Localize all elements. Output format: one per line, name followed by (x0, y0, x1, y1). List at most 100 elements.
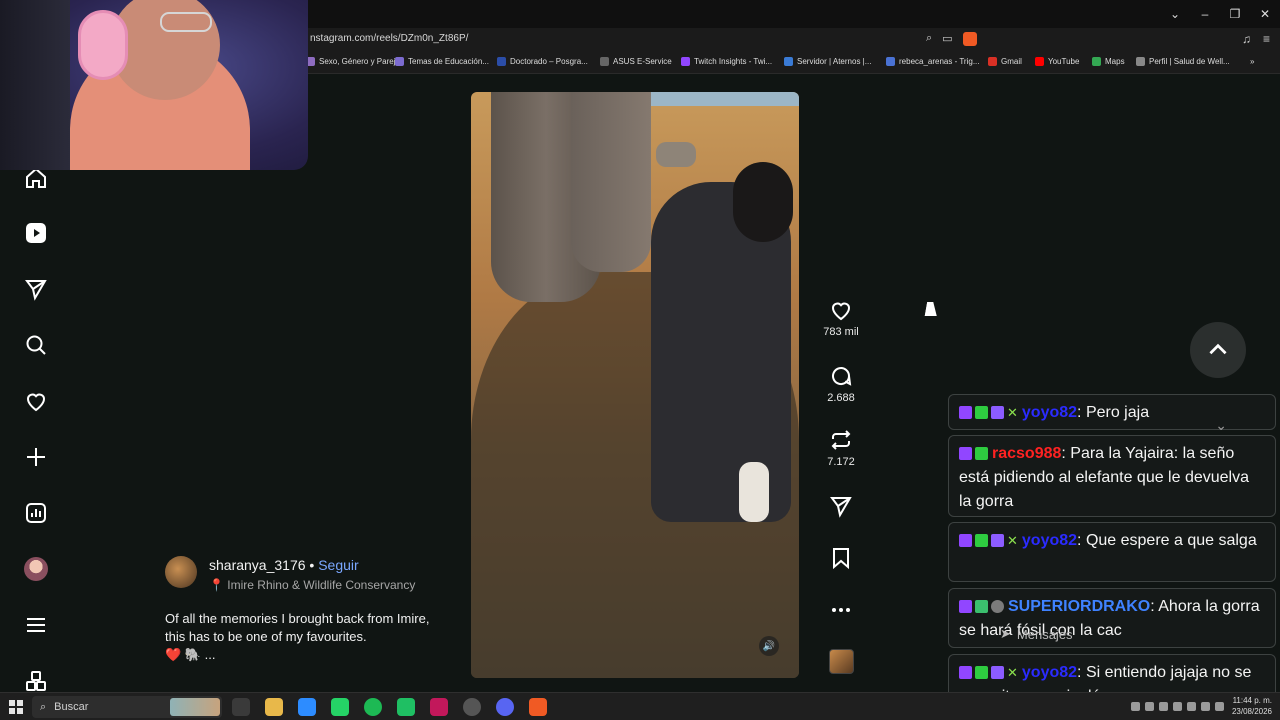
chat-text: : Pero jaja (1077, 404, 1150, 421)
bookmark-label: Servidor | Aternos |... (797, 57, 872, 66)
author-avatar[interactable] (165, 556, 197, 588)
nav-notifications[interactable] (22, 387, 50, 415)
url-field[interactable]: nstagram.com/reels/DZm0n_Zt86P/ (310, 33, 468, 44)
app-icon[interactable] (397, 698, 415, 716)
close-button[interactable]: ✕ (1250, 7, 1280, 21)
nav-more[interactable] (22, 611, 50, 639)
clock[interactable]: 11:44 p. m. 23/08/2026 (1232, 695, 1272, 717)
bookmark-item[interactable]: rebeca_arenas - Trig... (886, 57, 979, 66)
send-icon (25, 280, 47, 301)
taskbar-search-label: Buscar (54, 701, 89, 713)
like-button[interactable]: 783 mil (820, 298, 862, 338)
bookmark-item[interactable]: YouTube (1035, 57, 1079, 66)
author-username[interactable]: sharanya_3176 (209, 557, 306, 573)
bookmark-item[interactable]: Perfil | Salud de Well... (1136, 57, 1230, 66)
mouse-cursor-icon (924, 302, 940, 316)
media-icon[interactable]: ♫ (1242, 32, 1251, 46)
nav-profile[interactable] (22, 555, 50, 583)
bookmark-item[interactable]: Twitch Insights - Twi... (681, 57, 772, 66)
brave-icon[interactable] (529, 698, 547, 716)
nav-reels[interactable] (22, 219, 50, 247)
video-person-head (733, 162, 793, 242)
bookmark-item[interactable]: Maps (1092, 57, 1125, 66)
cast-icon[interactable]: ▭ (942, 32, 952, 46)
hamburger-menu-icon (27, 618, 45, 632)
webcam-glasses (160, 12, 212, 32)
spotify-icon[interactable] (364, 698, 382, 716)
chat-username: yoyo82 (1021, 664, 1078, 681)
bookmark-item[interactable]: Sexo, Género y Parej... (306, 57, 402, 66)
screen: ⌄ – ❐ ✕ nstagram.com/reels/DZm0n_Zt86P/ … (0, 0, 1280, 720)
chevron-down-icon[interactable]: ⌄ (1215, 413, 1227, 437)
nav-dashboard[interactable] (22, 499, 50, 527)
bookmark-item[interactable]: Servidor | Aternos |... (784, 57, 871, 66)
volume-button[interactable]: 🔊 (759, 636, 779, 656)
send-icon (830, 497, 852, 518)
chat-message: SUPERIORDRAKO: Ahora la gorra se hará fó… (948, 588, 1276, 648)
repost-button[interactable]: 7.172 (820, 428, 862, 468)
toolbar-right: ♫ ≡ (1242, 32, 1270, 46)
comment-count: 2.688 (827, 392, 855, 404)
follow-button[interactable]: Seguir (318, 557, 358, 573)
tab-list-icon[interactable]: ⌄ (1160, 7, 1190, 21)
bookmark-label: Temas de Educación... (408, 57, 489, 66)
previous-reel-button[interactable] (1190, 322, 1246, 378)
audio-thumbnail[interactable] (829, 649, 854, 674)
zoom-icon[interactable]: ⌕ (926, 32, 932, 46)
minimize-button[interactable]: – (1190, 7, 1220, 21)
location-name[interactable]: Imire Rhino & Wildlife Conservancy (227, 578, 415, 592)
clock-time: 11:44 p. m. (1232, 696, 1272, 705)
obs-icon[interactable] (463, 698, 481, 716)
video-shoe (739, 462, 769, 522)
save-button[interactable] (820, 546, 862, 570)
system-tray: 11:44 p. m. 23/08/2026 (1130, 695, 1272, 717)
user-badges: ✕ (959, 534, 1018, 547)
location-line: 📍 Imire Rhino & Wildlife Conservancy (209, 578, 415, 592)
send-icon: ➤ (1000, 626, 1011, 641)
nav-also-from-meta[interactable] (22, 667, 50, 695)
bookmark-label: Gmail (1001, 57, 1022, 66)
messages-pill[interactable]: ➤ Mensajes (1000, 622, 1073, 646)
bookmark-label: rebeca_arenas - Trig... (899, 57, 980, 66)
comment-button[interactable]: 2.688 (820, 364, 862, 404)
search-icon: ⌕ (40, 700, 47, 713)
maximize-button[interactable]: ❐ (1220, 7, 1250, 21)
repost-icon (831, 430, 851, 450)
nav-messages[interactable] (22, 275, 50, 303)
bookmark-item[interactable]: Gmail (988, 57, 1022, 66)
bookmark-label: YouTube (1048, 57, 1080, 66)
bookmark-favicon-icon (497, 57, 506, 66)
bookmark-item[interactable]: ASUS E-Service (600, 57, 672, 66)
bookmark-icon (833, 548, 849, 570)
heart-icon (26, 393, 46, 412)
windows-start-icon[interactable] (9, 700, 23, 714)
store-icon[interactable] (298, 698, 316, 716)
menu-icon[interactable]: ≡ (1263, 32, 1270, 46)
apps-icon (26, 671, 46, 691)
app-icon[interactable] (430, 698, 448, 716)
caption-emoji[interactable]: ❤️ 🐘 ... (165, 647, 215, 662)
location-pin-icon: 📍 (209, 578, 224, 592)
bookmark-favicon-icon (681, 57, 690, 66)
heart-icon (831, 302, 851, 321)
task-view-icon[interactable] (232, 698, 250, 716)
more-options-button[interactable] (820, 598, 862, 622)
discord-icon[interactable] (496, 698, 514, 716)
repost-count: 7.172 (827, 456, 855, 468)
bookmark-item[interactable]: Temas de Educación... (395, 57, 489, 66)
bookmark-favicon-icon (1035, 57, 1044, 66)
chevron-up-icon (1209, 343, 1227, 355)
bookmark-label: Twitch Insights - Twi... (694, 57, 773, 66)
share-button[interactable] (820, 494, 862, 518)
whatsapp-icon[interactable] (331, 698, 349, 716)
file-explorer-icon[interactable] (265, 698, 283, 716)
nav-search[interactable] (22, 331, 50, 359)
taskbar-search[interactable]: ⌕ Buscar (32, 696, 222, 718)
bookmark-favicon-icon (988, 57, 997, 66)
bookmark-favicon-icon (395, 57, 404, 66)
nav-create[interactable] (22, 443, 50, 471)
bookmarks-overflow-icon[interactable]: » (1250, 57, 1254, 66)
bookmark-item[interactable]: Doctorado – Posgra... (497, 57, 588, 66)
brave-shields-icon[interactable] (962, 32, 977, 46)
reel-video[interactable]: 🔊 (471, 92, 799, 678)
